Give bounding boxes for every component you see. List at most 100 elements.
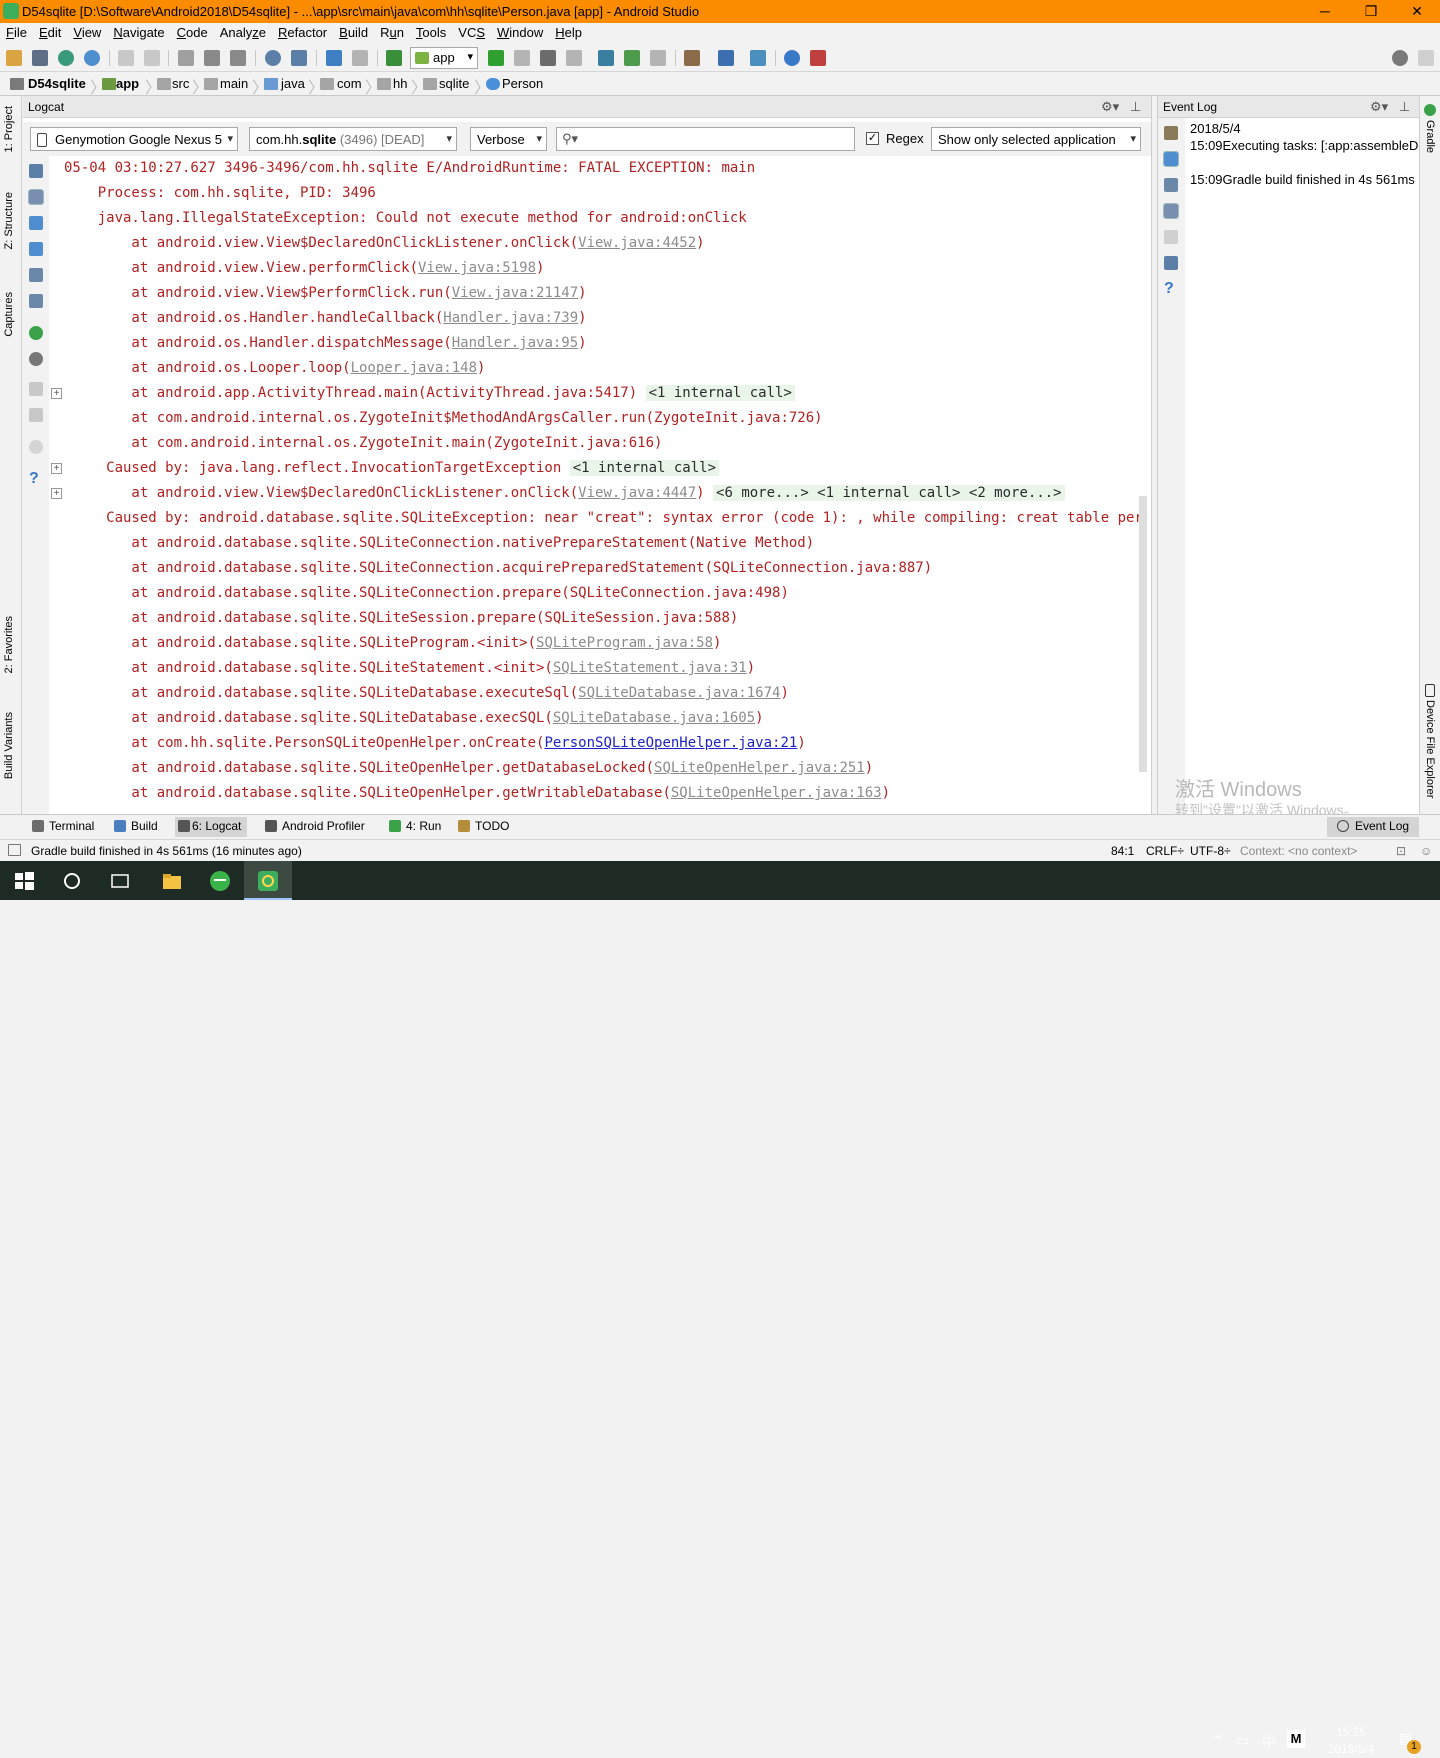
tab-gradle[interactable]: Gradle — [1424, 120, 1436, 153]
menu-item-edit[interactable]: Edit — [33, 23, 67, 40]
panel-splitter[interactable] — [1151, 96, 1158, 814]
source-link[interactable]: SQLiteDatabase.java:1605 — [553, 710, 755, 726]
breadcrumb-item-java[interactable]: java — [281, 76, 305, 91]
clear-logcat-icon[interactable] — [29, 164, 43, 178]
terminate-icon[interactable] — [29, 440, 43, 454]
menu-item-code[interactable]: Code — [171, 23, 214, 40]
tab-android-profiler[interactable]: Android Profiler — [265, 819, 365, 833]
network-icon[interactable]: ▭ — [1236, 1732, 1249, 1749]
tab-structure[interactable]: Z: Structure — [3, 192, 15, 249]
sdk-manager-icon[interactable] — [718, 50, 734, 66]
source-link[interactable]: Looper.java:148 — [351, 360, 477, 376]
save-icon[interactable] — [32, 50, 48, 66]
source-link[interactable]: Handler.java:739 — [443, 310, 578, 326]
cut-icon[interactable] — [178, 50, 194, 66]
device-monitor-icon[interactable] — [810, 50, 826, 66]
chevron-up-icon[interactable]: ⌃ — [1212, 1732, 1224, 1749]
menu-item-run[interactable]: Run — [374, 23, 410, 40]
sync-icon[interactable] — [58, 50, 74, 66]
breadcrumb-item-main[interactable]: main — [220, 76, 248, 91]
breadcrumb-item-src[interactable]: src — [172, 76, 189, 91]
soft-wrap-icon[interactable] — [1164, 178, 1178, 192]
source-link[interactable]: PersonSQLiteOpenHelper.java:21 — [544, 735, 797, 751]
tab-captures[interactable]: Captures — [3, 292, 15, 337]
settings-icon[interactable] — [29, 352, 43, 366]
scroll-to-end-icon[interactable] — [28, 189, 44, 205]
refresh-icon[interactable] — [84, 50, 100, 66]
filter-select[interactable]: Show only selected application ▾ — [931, 127, 1141, 151]
paste-icon[interactable] — [230, 50, 246, 66]
screen-record-icon[interactable] — [29, 408, 43, 422]
event-text[interactable]: Executing tasks: [:app:assembleDebug] — [1223, 138, 1419, 153]
minimize-button[interactable]: ─ — [1302, 0, 1348, 23]
help-icon[interactable]: ? — [29, 471, 43, 487]
menu-item-build[interactable]: Build — [333, 23, 374, 40]
menu-item-analyze[interactable]: Analyze — [214, 23, 272, 40]
print-icon[interactable] — [29, 294, 43, 308]
ime-indicator[interactable]: 中 — [1262, 1732, 1276, 1752]
restart-icon[interactable] — [29, 326, 43, 340]
run-icon[interactable] — [488, 50, 504, 66]
menu-item-window[interactable]: Window — [491, 23, 549, 40]
source-link[interactable]: View.java:4447 — [578, 485, 696, 501]
tab-run[interactable]: 4: Run — [389, 819, 441, 833]
source-link[interactable]: View.java:5198 — [418, 260, 536, 276]
tab-event-log[interactable]: Event Log — [1327, 817, 1419, 837]
folded-region[interactable]: <6 more...> <1 internal call> <2 more...… — [713, 485, 1065, 501]
tab-project[interactable]: 1: Project — [3, 106, 15, 152]
user-icon[interactable] — [1418, 50, 1434, 66]
forward-icon[interactable] — [352, 50, 368, 66]
help-icon[interactable]: ? — [1164, 281, 1178, 297]
soft-wrap-icon[interactable] — [29, 268, 43, 282]
cortana-button[interactable] — [48, 861, 96, 900]
redo-icon[interactable] — [144, 50, 160, 66]
status-message[interactable]: Gradle build finished in 4s 561ms (16 mi… — [31, 844, 302, 858]
source-link[interactable]: Handler.java:95 — [452, 335, 578, 351]
android-studio-taskbar-button[interactable] — [244, 861, 292, 900]
breadcrumb-item-person[interactable]: Person — [502, 76, 543, 91]
run-coverage-icon[interactable] — [566, 50, 582, 66]
regex-checkbox[interactable]: ✓ — [866, 132, 879, 145]
device-select[interactable]: Genymotion Google Nexus 5 ▾ — [30, 127, 238, 151]
tab-favorites[interactable]: 2: Favorites — [3, 616, 15, 673]
inspector-icon[interactable]: ☺ — [1420, 844, 1432, 858]
menu-item-navigate[interactable]: Navigate — [107, 23, 170, 40]
run-config-select[interactable]: app ▾ — [410, 47, 478, 69]
log-level-select[interactable]: Verbose ▾ — [470, 127, 547, 151]
mark-read-icon[interactable] — [1164, 230, 1178, 244]
caret-position[interactable]: 84:1 — [1111, 844, 1134, 858]
breadcrumb-item-app[interactable]: app — [116, 76, 139, 91]
menu-item-vcs[interactable]: VCS — [452, 23, 491, 40]
hide-panel-icon[interactable]: ⊥ — [1130, 99, 1141, 115]
clear-all-icon[interactable] — [1164, 256, 1178, 270]
stop-icon[interactable] — [650, 50, 666, 66]
source-link[interactable]: SQLiteStatement.java:31 — [553, 660, 747, 676]
source-link[interactable]: View.java:4452 — [578, 235, 696, 251]
breadcrumb-item-d54sqlite[interactable]: D54sqlite — [28, 76, 86, 91]
gear-icon[interactable]: ⚙▾ — [1101, 99, 1119, 115]
open-folder-icon[interactable] — [6, 50, 22, 66]
tab-todo[interactable]: TODO — [458, 819, 509, 833]
copy-icon[interactable] — [204, 50, 220, 66]
avd-manager-icon[interactable] — [684, 50, 700, 66]
menu-item-file[interactable]: File — [0, 23, 33, 40]
source-link[interactable]: SQLiteOpenHelper.java:163 — [671, 785, 882, 801]
search-input[interactable]: ⚲▾ — [556, 127, 855, 151]
menu-item-tools[interactable]: Tools — [410, 23, 452, 40]
notification-icon[interactable] — [1163, 151, 1179, 167]
search-everywhere-icon[interactable] — [1392, 50, 1408, 66]
file-explorer-button[interactable] — [148, 861, 196, 900]
folded-region[interactable]: <1 internal call> — [645, 385, 795, 401]
replace-icon[interactable] — [291, 50, 307, 66]
apply-changes-icon[interactable] — [514, 50, 530, 66]
menu-item-refactor[interactable]: Refactor — [272, 23, 333, 40]
tool-windows-icon[interactable] — [8, 844, 21, 856]
breadcrumb-item-sqlite[interactable]: sqlite — [439, 76, 469, 91]
source-link[interactable]: View.java:21147 — [452, 285, 578, 301]
tab-logcat[interactable]: 6: Logcat — [175, 817, 248, 837]
screenshot-icon[interactable] — [29, 382, 43, 396]
line-separator[interactable]: CRLF÷ — [1146, 844, 1184, 858]
gear-icon[interactable]: ⚙▾ — [1370, 99, 1388, 115]
attach-debugger-icon[interactable] — [624, 50, 640, 66]
lock-icon[interactable]: ⊡ — [1396, 844, 1406, 858]
